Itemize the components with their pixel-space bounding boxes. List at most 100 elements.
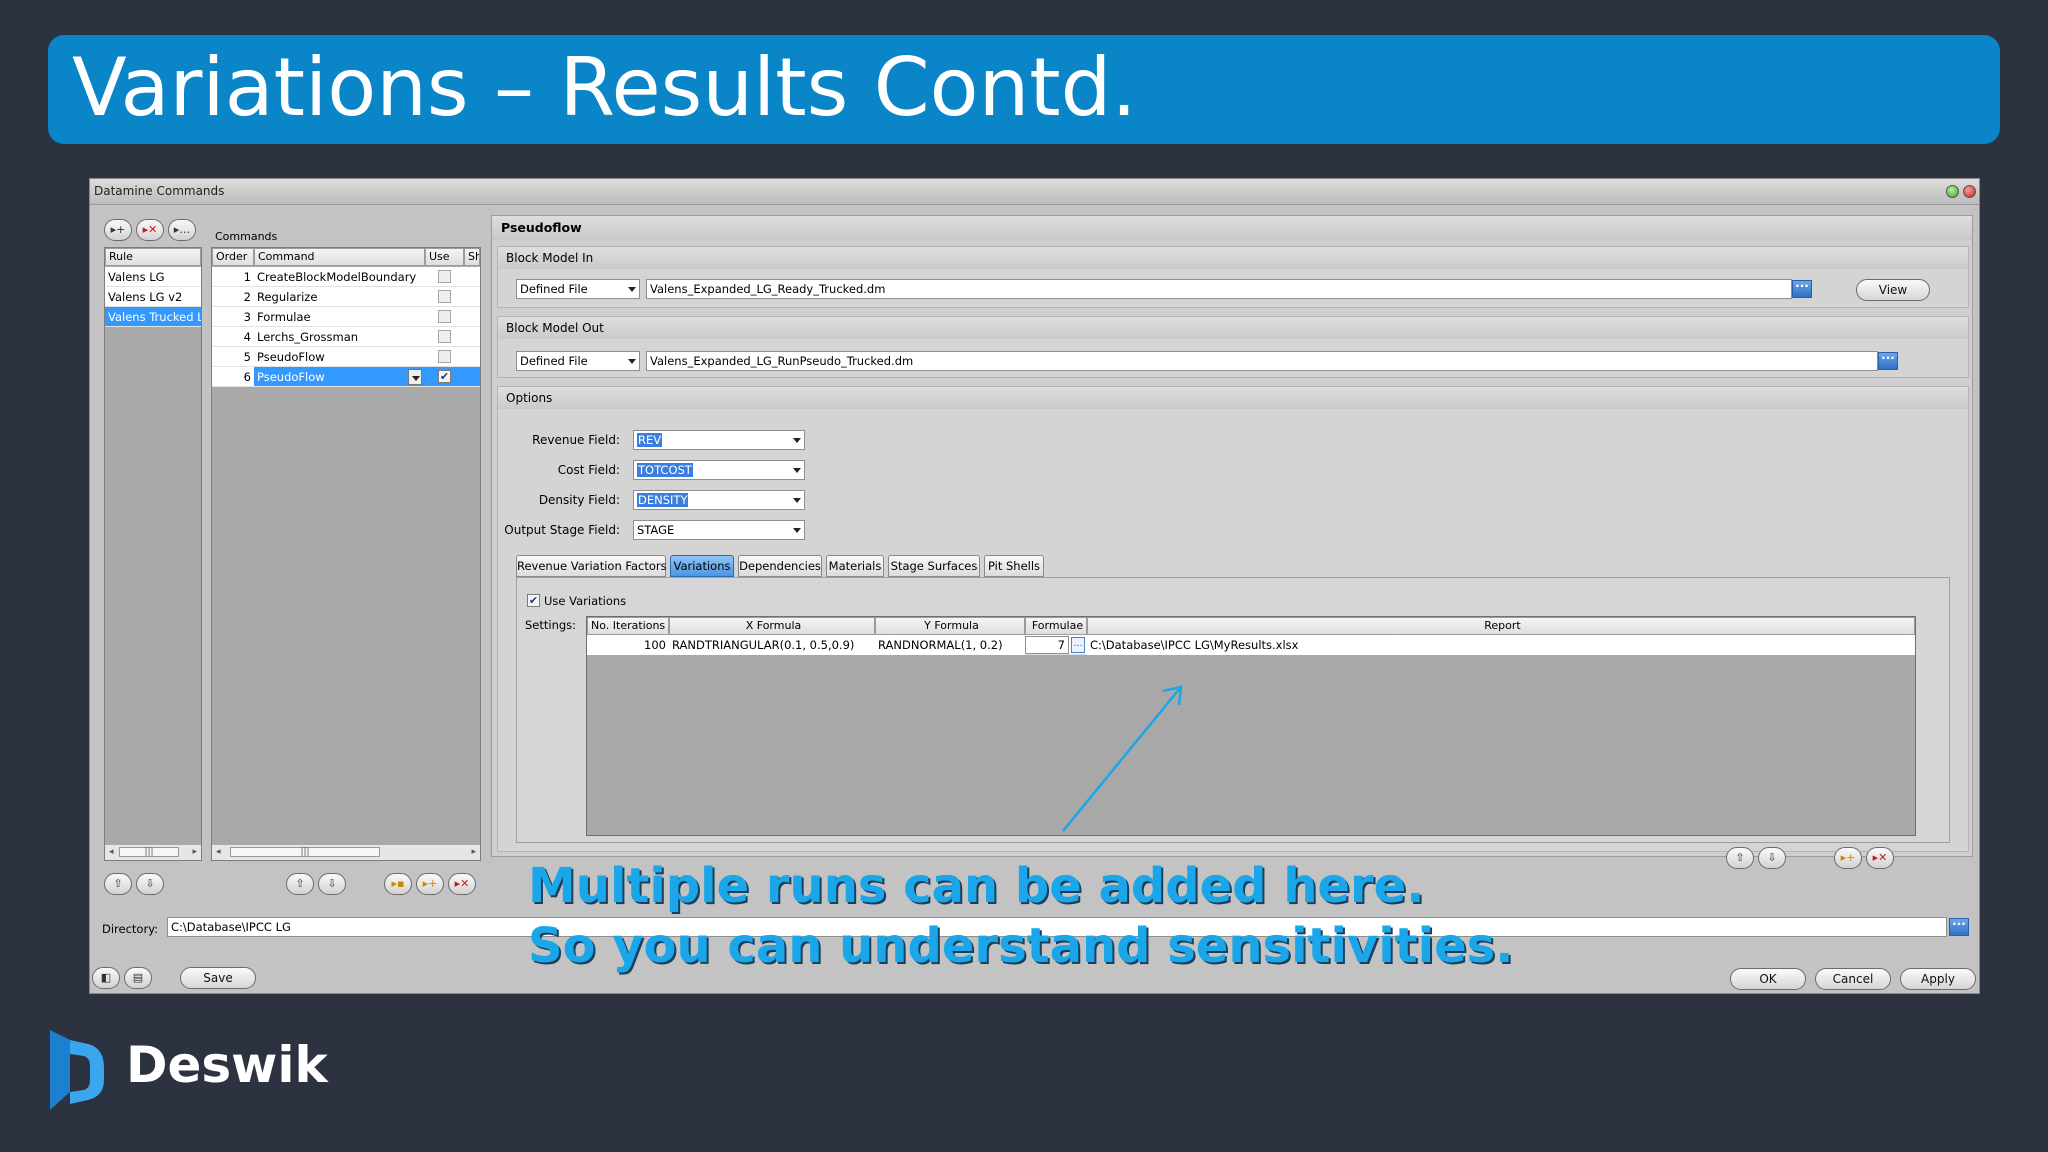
block-model-out-label: Block Model Out	[498, 317, 1968, 339]
move-row-up-button[interactable]: ⇧	[1726, 847, 1754, 869]
add-rule-button[interactable]: ▸+	[104, 219, 132, 241]
tab-pit-shells[interactable]: Pit Shells	[984, 555, 1044, 577]
deswik-logo-icon	[50, 1030, 104, 1110]
add-command-button[interactable]: ▸+	[416, 873, 444, 895]
command-row[interactable]: 1 CreateBlockModelBoundary	[212, 267, 480, 287]
command-dropdown-button[interactable]	[408, 369, 422, 385]
command-name-cell[interactable]: PseudoFlow	[254, 367, 425, 387]
command-use-checkbox[interactable]	[438, 290, 451, 303]
save-button[interactable]: Save	[180, 967, 256, 989]
command-name-cell[interactable]: PseudoFlow	[254, 347, 425, 367]
output-stage-field-value: STAGE	[637, 523, 675, 537]
maximize-icon[interactable]	[1946, 185, 1959, 198]
close-icon[interactable]	[1963, 185, 1976, 198]
use-variations-checkbox[interactable]: ✔	[527, 594, 540, 607]
rule-item-selected[interactable]: Valens Trucked L	[105, 307, 201, 327]
block-model-out-type-select[interactable]: Defined File	[516, 351, 640, 371]
block-model-out-file-input[interactable]: Valens_Expanded_LG_RunPseudo_Trucked.dm	[646, 351, 1878, 371]
move-rule-up-button[interactable]: ⇧	[104, 873, 132, 895]
revenue-field-select[interactable]: REV	[633, 430, 805, 450]
sh-column-header[interactable]: Sh	[464, 248, 480, 266]
delete-rule-button[interactable]: ▸✕	[136, 219, 164, 241]
command-row[interactable]: 2 Regularize	[212, 287, 480, 307]
window-title: Datamine Commands	[94, 184, 225, 198]
tab-dependencies[interactable]: Dependencies	[738, 555, 822, 577]
browse-out-button[interactable]: ···	[1878, 352, 1898, 370]
density-field-select[interactable]: DENSITY	[633, 490, 805, 510]
cost-field-select[interactable]: TOTCOST	[633, 460, 805, 480]
command-use-cell	[425, 327, 480, 347]
cost-field-label: Cost Field:	[557, 463, 620, 477]
move-command-up-button[interactable]: ⇧	[286, 873, 314, 895]
variations-grid: No. Iterations X Formula Y Formula Formu…	[586, 616, 1916, 836]
apply-button[interactable]: Apply	[1900, 968, 1976, 990]
command-name-cell[interactable]: Lerchs_Grossman	[254, 327, 425, 347]
more-icon: ▸…	[173, 223, 191, 236]
delete-row-button[interactable]: ▸✕	[1866, 847, 1894, 869]
command-order-cell: 5	[212, 347, 254, 367]
ok-button[interactable]: OK	[1730, 968, 1806, 990]
caption-line-1: Multiple runs can be added here.	[528, 858, 1425, 914]
insert-command-button[interactable]: ▸▪	[384, 873, 412, 895]
move-row-down-button[interactable]: ⇩	[1758, 847, 1786, 869]
tab-materials[interactable]: Materials	[826, 555, 884, 577]
command-order-cell: 3	[212, 307, 254, 327]
delete-command-button[interactable]: ▸✕	[448, 873, 476, 895]
view-button[interactable]: View	[1856, 279, 1930, 301]
command-order-cell: 1	[212, 267, 254, 287]
export-button[interactable]: ▤	[124, 967, 152, 989]
command-name-cell[interactable]: Regularize	[254, 287, 425, 307]
tab-revenue-variation-factors[interactable]: Revenue Variation Factors	[516, 555, 667, 577]
order-column-header[interactable]: Order	[212, 248, 254, 266]
command-use-cell	[425, 347, 480, 367]
command-name-cell[interactable]: CreateBlockModelBoundary	[254, 267, 425, 287]
tab-variations[interactable]: Variations	[670, 555, 734, 577]
add-icon: ▸+	[110, 223, 126, 236]
registered-mark: ®	[298, 1043, 308, 1054]
output-stage-field-label: Output Stage Field:	[504, 523, 620, 537]
command-use-checkbox[interactable]: ✔	[438, 370, 451, 383]
add-icon: ▸+	[1840, 851, 1856, 864]
use-column-header[interactable]: Use	[425, 248, 464, 266]
command-row[interactable]: 6 PseudoFlow ✔	[212, 367, 480, 387]
more-rule-button[interactable]: ▸…	[168, 219, 196, 241]
browse-directory-button[interactable]: ···	[1949, 918, 1969, 936]
block-model-in-type-select[interactable]: Defined File	[516, 279, 640, 299]
use-variations-label: Use Variations	[544, 594, 627, 608]
add-row-button[interactable]: ▸+	[1834, 847, 1862, 869]
command-column-header[interactable]: Command	[254, 248, 425, 266]
add-icon: ▸+	[422, 877, 438, 890]
revenue-field-value: REV	[637, 433, 663, 447]
import-icon: ◧	[100, 971, 112, 984]
rules-scrollbar[interactable]: ◂ ||| ▸	[105, 844, 201, 860]
delete-icon: ▸✕	[454, 877, 470, 890]
output-stage-field-select[interactable]: STAGE	[633, 520, 805, 540]
block-model-out-type-value: Defined File	[520, 354, 588, 368]
options-section: Options Revenue Field: REV Cost Field: T…	[497, 386, 1969, 869]
tab-stage-surfaces[interactable]: Stage Surfaces	[888, 555, 980, 577]
browse-in-button[interactable]: ···	[1792, 280, 1812, 298]
command-name-cell[interactable]: Formulae	[254, 307, 425, 327]
import-button[interactable]: ◧	[92, 967, 120, 989]
command-use-checkbox[interactable]	[438, 350, 451, 363]
command-use-checkbox[interactable]	[438, 270, 451, 283]
command-use-checkbox[interactable]	[438, 330, 451, 343]
move-command-down-button[interactable]: ⇩	[318, 873, 346, 895]
slide-title: Variations – Results Contd.	[72, 41, 1137, 134]
command-row[interactable]: 5 PseudoFlow	[212, 347, 480, 367]
arrow-up-icon: ⇧	[295, 877, 305, 890]
block-model-in-type-value: Defined File	[520, 282, 588, 296]
block-model-in-file-input[interactable]: Valens_Expanded_LG_Ready_Trucked.dm	[646, 279, 1792, 299]
commands-scrollbar[interactable]: ◂ ||| ▸	[212, 844, 480, 860]
pseudoflow-title: Pseudoflow	[492, 216, 1972, 240]
arrow-up-icon: ⇧	[113, 877, 123, 890]
rule-item[interactable]: Valens LG v2	[105, 287, 201, 307]
chevron-down-icon	[628, 287, 636, 292]
cancel-button[interactable]: Cancel	[1815, 968, 1891, 990]
rule-item[interactable]: Valens LG	[105, 267, 201, 287]
command-row[interactable]: 4 Lerchs_Grossman	[212, 327, 480, 347]
move-rule-down-button[interactable]: ⇩	[136, 873, 164, 895]
ellipsis-icon: ···	[1881, 351, 1895, 365]
command-row[interactable]: 3 Formulae	[212, 307, 480, 327]
command-use-checkbox[interactable]	[438, 310, 451, 323]
